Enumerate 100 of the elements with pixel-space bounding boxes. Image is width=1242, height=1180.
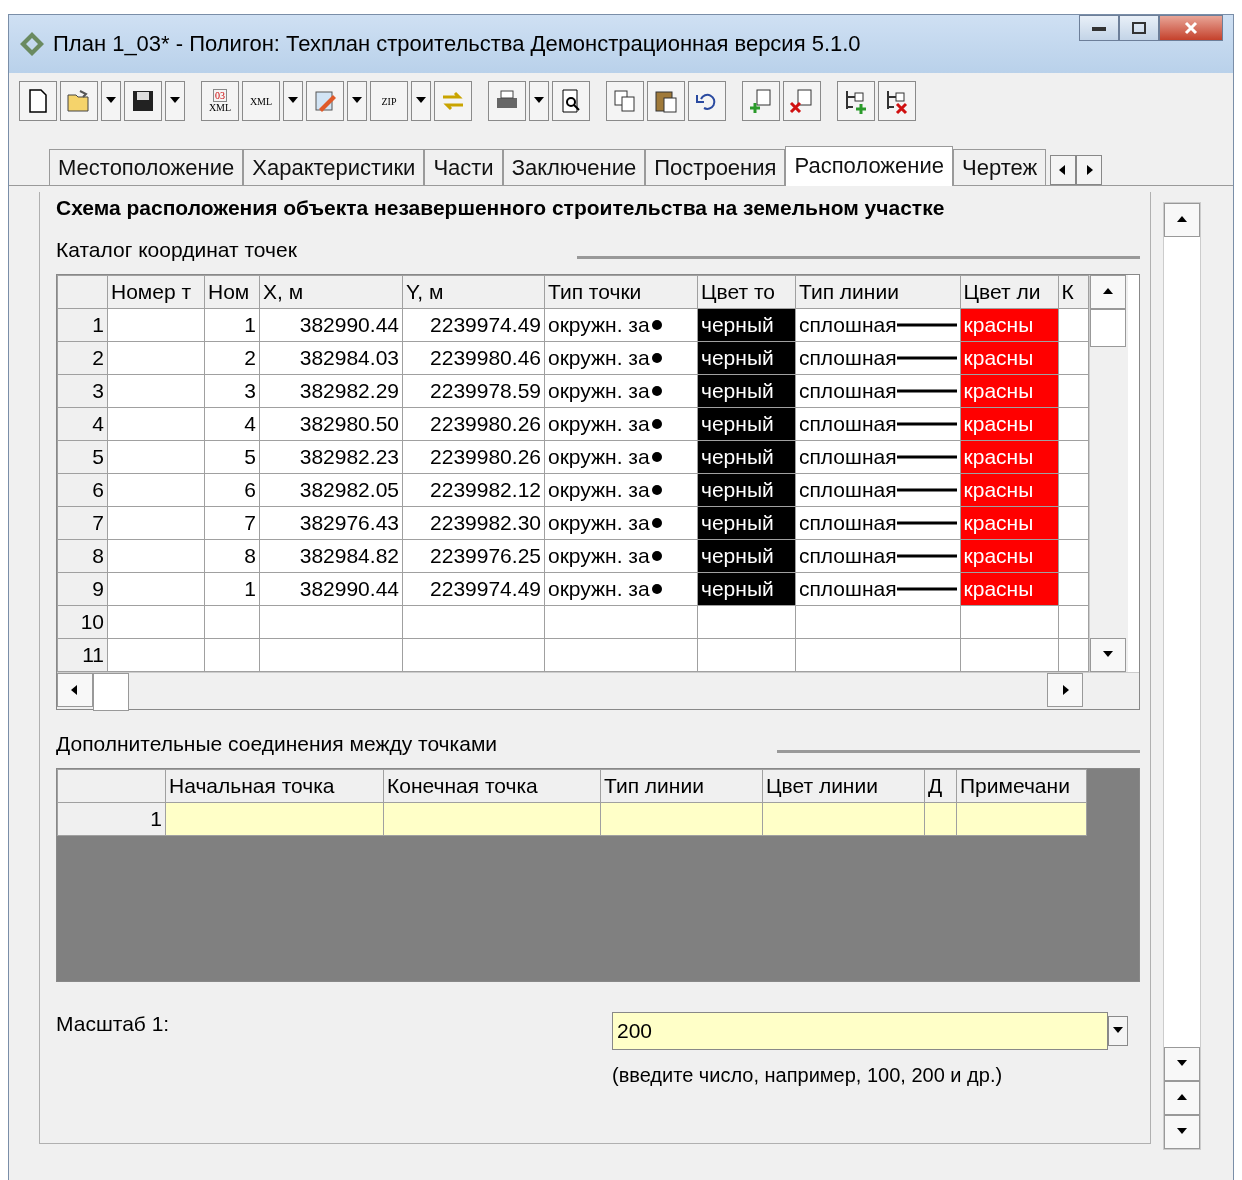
table-cell: сплошная [795,440,961,474]
scroll-thumb[interactable] [93,673,129,711]
column-header[interactable]: Д [924,769,957,803]
toolbar-button[interactable] [552,81,590,121]
scroll-down-button[interactable] [1089,638,1126,672]
toolbar-button[interactable] [837,81,875,121]
table-cell: окружн. за [544,506,698,540]
xml-button[interactable]: ZIP [370,81,408,121]
column-header[interactable]: X, м [259,275,403,309]
scroll-left-button[interactable] [1050,155,1077,185]
tab[interactable]: Местоположение [49,149,244,185]
table-cell: окружн. за [544,539,698,573]
column-header[interactable]: Y, м [402,275,545,309]
row-number: 5 [57,440,108,474]
table-cell: 2239980.26 [402,407,545,441]
column-header[interactable]: Цвет ли [960,275,1059,309]
solid-line-icon [896,521,957,525]
toolbar-button[interactable] [878,81,916,121]
row-number: 9 [57,572,108,606]
scroll-up-button[interactable] [1164,203,1200,237]
hint-text: (введите число, например, 100, 200 и др.) [612,1064,1004,1087]
row-number: 1 [57,308,108,342]
column-header[interactable]: К [1058,275,1089,309]
row-number: 1 [57,802,166,836]
scroll-right-button[interactable] [1076,155,1103,185]
column-header[interactable]: Цвет то [697,275,796,309]
solid-line-icon [896,587,957,591]
column-header[interactable]: Тип линии [600,769,763,803]
column-header[interactable]: Примечани [956,769,1087,803]
dropdown-button[interactable] [347,81,367,121]
table-cell: красны [960,308,1059,342]
vertical-scrollbar[interactable] [1163,202,1201,1150]
dropdown-button[interactable] [529,81,549,121]
table-cell: 4 [204,407,260,441]
table-cell: 8 [204,539,260,573]
tab[interactable]: Части [424,149,503,185]
scroll-thumb[interactable] [1089,309,1126,347]
filled-dot-icon [649,450,664,464]
column-header[interactable]: Конечная точка [383,769,601,803]
table-cell: 382976.43 [259,506,403,540]
table-cell: 7 [204,506,260,540]
dropdown-button[interactable] [101,81,121,121]
dropdown-button[interactable] [411,81,431,121]
tab[interactable]: Расположение [785,146,953,186]
table-cell: красны [960,341,1059,375]
column-header[interactable]: Тип линии [795,275,961,309]
table-cell: окружн. за [544,440,698,474]
toolbar-button[interactable] [647,81,685,121]
column-header[interactable]: Начальная точка [165,769,384,803]
solid-line-icon [896,389,957,393]
column-header[interactable]: Цвет линии [762,769,925,803]
table-cell: 382982.05 [259,473,403,507]
table-cell: окружн. за [544,407,698,441]
table-cell: 2239982.30 [402,506,545,540]
filled-dot-icon [649,483,664,497]
solid-line-icon [896,455,957,459]
table-cell: сплошная [795,407,961,441]
dropdown-button[interactable] [1108,1016,1128,1046]
scroll-up-button[interactable] [1089,275,1126,309]
table-cell: сплошная [795,539,961,573]
scroll-down-button[interactable] [1164,1115,1200,1149]
row-number: 2 [57,341,108,375]
minimize-button[interactable] [1079,15,1119,41]
table-cell: 1 [204,572,260,606]
tab[interactable]: Характеристики [243,149,425,185]
table-cell: красны [960,407,1059,441]
column-header[interactable]: Ном [204,275,260,309]
vertical-scrollbar[interactable] [1088,275,1128,672]
dropdown-button[interactable] [165,81,185,121]
table-cell: черный [697,407,796,441]
tab[interactable]: Заключение [502,149,646,185]
toolbar-button[interactable] [688,81,726,121]
scale-field[interactable]: 200 [612,1012,1108,1050]
xml-button[interactable]: 03 XML [201,81,239,121]
table-cell: 2239974.49 [402,308,545,342]
maximize-icon [1132,22,1146,34]
scroll-up-button[interactable] [1164,1081,1200,1115]
close-button[interactable] [1159,15,1223,41]
horizontal-scrollbar[interactable] [57,672,1139,709]
solid-line-icon [896,554,957,558]
table-cell: сплошная [795,572,961,606]
table-cell: черный [697,572,796,606]
column-header[interactable]: Номер т [107,275,205,309]
maximize-button[interactable] [1119,15,1159,41]
toolbar-button[interactable] [19,81,57,121]
tab[interactable]: Чертеж [953,149,1047,185]
toolbar-button[interactable] [124,81,162,121]
scroll-down-button[interactable] [1164,1047,1200,1081]
table-cell: 2239976.25 [402,539,545,573]
xml-button[interactable]: XML [242,81,280,121]
scroll-right-button[interactable] [1047,673,1083,707]
dropdown-button[interactable] [283,81,303,121]
app-logo-icon [19,31,45,57]
table-cell: 5 [204,440,260,474]
solid-line-icon [896,323,957,327]
column-header[interactable]: Тип точки [544,275,698,309]
table-cell: 2239980.26 [402,440,545,474]
tab[interactable]: Построения [645,149,786,185]
close-icon [1184,21,1198,35]
scroll-left-button[interactable] [57,673,93,707]
